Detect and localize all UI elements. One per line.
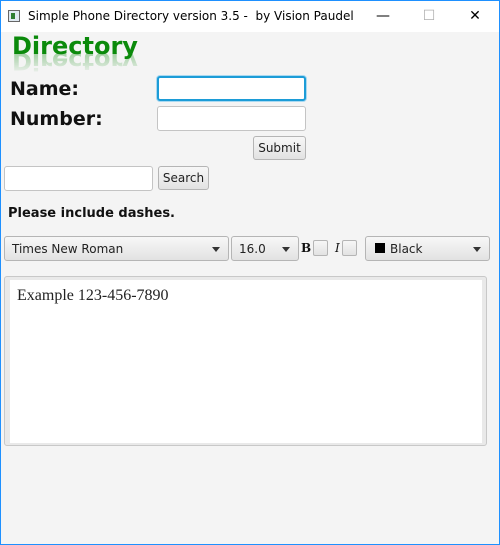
italic-toggle[interactable] (342, 240, 357, 256)
chevron-down-icon (212, 247, 220, 252)
font-family-value: Times New Roman (12, 242, 124, 256)
font-size-select[interactable]: 16.0 (231, 236, 299, 261)
close-button[interactable]: ✕ (452, 1, 498, 32)
submit-button[interactable]: Submit (253, 136, 306, 160)
font-family-select[interactable]: Times New Roman (4, 236, 229, 261)
bold-toggle[interactable] (313, 240, 328, 256)
name-field[interactable] (157, 76, 306, 101)
bold-label: B (301, 241, 312, 255)
editor-content-area[interactable]: Example 123-456-7890 (10, 280, 482, 443)
window-title: Simple Phone Directory version 3.5 - by … (28, 9, 354, 23)
search-button[interactable]: Search (158, 166, 209, 190)
color-swatch (375, 243, 385, 253)
color-name: Black (390, 242, 423, 256)
title-bar[interactable]: Simple Phone Directory version 3.5 - by … (1, 1, 499, 32)
italic-label: I (335, 241, 340, 255)
html-editor: Example 123-456-7890 (4, 276, 487, 446)
maximize-button[interactable]: ☐ (406, 1, 452, 32)
app-icon (8, 10, 20, 22)
page-title-reflection: Directory (12, 53, 138, 75)
number-field[interactable] (157, 106, 306, 131)
app-window: Simple Phone Directory version 3.5 - by … (0, 0, 500, 545)
chevron-down-icon (282, 247, 290, 252)
dash-hint: Please include dashes. (8, 206, 175, 221)
color-picker[interactable]: Black (365, 236, 490, 261)
chevron-down-icon (473, 247, 481, 252)
minimize-button[interactable]: — (360, 1, 406, 32)
name-label: Name: (10, 78, 80, 100)
font-size-value: 16.0 (239, 242, 266, 256)
editor-text: Example 123-456-7890 (17, 287, 169, 304)
search-input[interactable] (4, 166, 153, 191)
number-label: Number: (10, 108, 103, 130)
